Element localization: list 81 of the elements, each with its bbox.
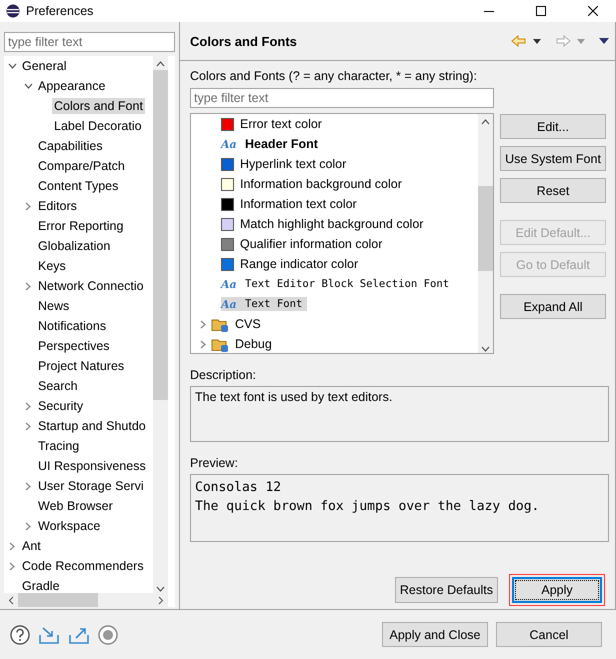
tree-item[interactable]: Project Natures	[36, 358, 126, 374]
tree-item[interactable]: Compare/Patch	[36, 158, 127, 174]
list-item[interactable]: Match highlight background color	[238, 216, 426, 232]
action-button[interactable]: Restore Defaults	[394, 577, 498, 603]
horizontal-scrollbar[interactable]	[4, 593, 168, 607]
preview-text: The quick brown fox jumps over the lazy dog.	[195, 498, 540, 516]
minimize-icon[interactable]	[484, 10, 494, 12]
tree-item[interactable]: Web Browser	[36, 498, 115, 514]
side-button[interactable]: Use System Font	[500, 146, 606, 171]
scroll-down-icon[interactable]	[481, 345, 490, 353]
tree-item[interactable]: Security	[36, 398, 86, 414]
tree-item[interactable]: Tracing	[36, 438, 82, 454]
tree-item[interactable]: Appearance	[36, 78, 108, 94]
tree-item[interactable]: Ant	[20, 538, 43, 554]
list-item[interactable]: Hyperlink text color	[238, 156, 348, 172]
description-label: Description:	[190, 368, 257, 382]
tree-item[interactable]: Gradle	[20, 578, 62, 593]
list-item[interactable]: Header Font	[243, 136, 320, 152]
list-item[interactable]: Text Editor Block Selection Font	[243, 277, 452, 291]
dropdown-icon[interactable]	[533, 38, 541, 44]
list-item[interactable]: Information text color	[238, 196, 359, 212]
preview-text: Consolas 12	[195, 479, 282, 497]
menu-icon[interactable]	[599, 38, 609, 44]
tree-item[interactable]: Error Reporting	[36, 218, 126, 234]
side-button[interactable]: Reset	[500, 178, 606, 203]
list-item[interactable]: Information background color	[238, 176, 404, 192]
tree-item[interactable]: Startup and Shutdo	[36, 418, 148, 434]
filter-field[interactable]: type filter text	[190, 88, 494, 108]
close-icon[interactable]	[588, 6, 598, 16]
tree-item[interactable]: Search	[36, 378, 80, 394]
tree-item[interactable]: Colors and Font	[52, 98, 145, 114]
scroll-up-icon[interactable]	[156, 60, 165, 68]
tree-item[interactable]: User Storage Servi	[36, 478, 146, 494]
tree-item[interactable]: CVS	[233, 316, 263, 332]
folder-icon	[211, 316, 229, 332]
tree-item[interactable]: Notifications	[36, 318, 108, 334]
tree-item[interactable]: Capabilities	[36, 138, 105, 154]
font-icon: Aa	[221, 298, 239, 310]
tree-item[interactable]: Perspectives	[36, 338, 112, 354]
dialog-button[interactable]: Apply and Close	[382, 622, 488, 647]
list-item[interactable]: Text Font	[243, 297, 304, 311]
scrollbar[interactable]	[478, 114, 493, 353]
app-icon	[6, 4, 20, 18]
tree-item[interactable]: News	[36, 298, 72, 314]
description-box: The text font is used by text editors.	[190, 386, 609, 442]
action-button[interactable]: Apply	[512, 577, 602, 603]
tree-item[interactable]: Keys	[36, 258, 68, 274]
scroll-right-icon[interactable]	[158, 596, 164, 604]
help-icon[interactable]	[10, 624, 30, 644]
tree-item[interactable]: Network Connectio	[36, 278, 146, 294]
filter-label: Colors and Fonts (? = any character, * = any string):	[190, 69, 478, 83]
scroll-up-icon[interactable]	[481, 118, 490, 126]
tree-item[interactable]: Debug	[233, 336, 274, 352]
tree-item[interactable]: Label Decoratio	[52, 118, 144, 134]
folder-icon	[211, 336, 229, 352]
tree-item[interactable]: Globalization	[36, 238, 112, 254]
font-icon: Aa	[221, 278, 239, 290]
dialog-button[interactable]: Cancel	[496, 622, 602, 647]
tree-item[interactable]: Content Types	[36, 178, 120, 194]
window-title: Preferences	[26, 4, 94, 18]
tree-item[interactable]: UI Responsiveness	[36, 458, 148, 474]
tree-item[interactable]: Editors	[36, 198, 79, 214]
list-item[interactable]: Range indicator color	[238, 256, 360, 272]
record-icon[interactable]	[98, 624, 118, 644]
forward-arrow-icon[interactable]	[555, 35, 571, 47]
font-icon: Aa	[221, 138, 239, 150]
tree-item[interactable]: General	[20, 58, 68, 74]
list-item[interactable]: Error text color	[238, 116, 324, 132]
list-item[interactable]: Qualifier information color	[238, 236, 384, 252]
scroll-down-icon[interactable]	[156, 585, 165, 593]
side-button[interactable]: Expand All	[500, 294, 606, 319]
tree-item[interactable]: Code Recommenders	[20, 558, 146, 574]
preview-label: Preview:	[190, 456, 239, 470]
page-title: Colors and Fonts	[190, 34, 298, 48]
import-icon[interactable]	[38, 624, 60, 644]
scroll-left-icon[interactable]	[8, 596, 14, 604]
back-arrow-icon[interactable]	[511, 35, 527, 47]
filter-field[interactable]: type filter text	[4, 32, 175, 52]
side-button[interactable]: Edit...	[500, 114, 606, 139]
maximize-icon[interactable]	[536, 6, 546, 16]
tree-item[interactable]: Workspace	[36, 518, 102, 534]
